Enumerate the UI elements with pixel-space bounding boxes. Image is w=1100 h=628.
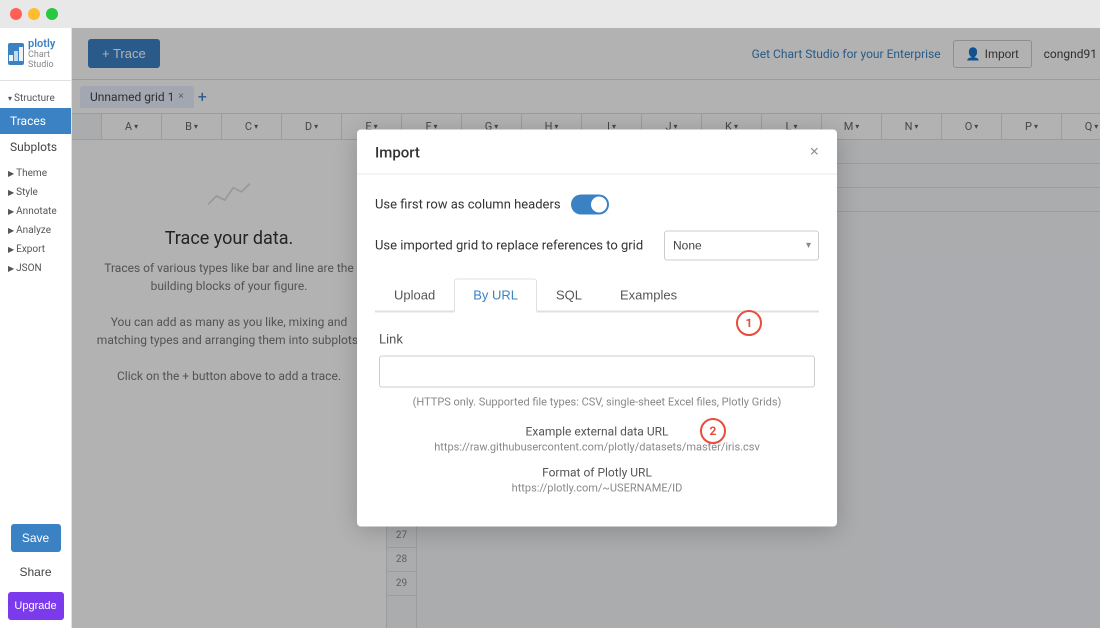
analyze-section: ▶ Analyze [0, 221, 71, 240]
annotation-2: 2 [700, 418, 726, 444]
column-headers-toggle[interactable] [571, 195, 609, 215]
app-layout: plotly Chart Studio ▾ Structure Traces S… [0, 28, 1100, 628]
toggle-row: Use first row as column headers [375, 195, 819, 215]
minimize-button[interactable] [28, 8, 40, 20]
annotation-1: 1 [736, 310, 762, 336]
grid-replace-row: Use imported grid to replace references … [375, 231, 819, 261]
subplots-label: Subplots [10, 140, 57, 154]
upgrade-button[interactable]: Upgrade [8, 592, 64, 620]
sidebar-item-subplots[interactable]: Subplots [0, 134, 71, 160]
structure-header: ▾ Structure [0, 89, 71, 108]
modal-backdrop[interactable]: Import × Use first row as column headers… [72, 28, 1100, 628]
import-tabs: Upload By URL SQL Examples [375, 279, 819, 313]
example-plotly-group: Format of Plotly URL https://plotly.com/… [379, 466, 815, 495]
modal-close-button[interactable]: × [810, 144, 819, 162]
style-chevron-icon: ▶ [8, 188, 14, 197]
example-plotly-title: Format of Plotly URL [379, 466, 815, 480]
structure-label: Structure [14, 93, 55, 104]
logo-name: plotly [28, 38, 63, 50]
link-section: Link (HTTPS only. Supported file types: … [375, 333, 819, 495]
sidebar-item-traces[interactable]: Traces [0, 108, 71, 134]
grid-replace-select-wrapper: None Grid 1 ▾ [664, 231, 819, 261]
maximize-button[interactable] [46, 8, 58, 20]
theme-section: ▶ Theme [0, 164, 71, 183]
logo-subtitle: Chart Studio [28, 50, 63, 70]
toggle-label: Use first row as column headers [375, 197, 561, 212]
titlebar [0, 0, 1100, 28]
logo-text-group: plotly Chart Studio [28, 38, 63, 70]
export-label: Export [16, 244, 45, 255]
toggle-knob [591, 197, 607, 213]
tab-sql[interactable]: SQL [537, 279, 601, 313]
annotate-section: ▶ Annotate [0, 202, 71, 221]
plotly-logo-icon [8, 43, 24, 65]
theme-label: Theme [16, 168, 47, 179]
analyze-chevron-icon: ▶ [8, 226, 14, 235]
share-button[interactable]: Share [11, 558, 61, 586]
tab-by-url[interactable]: By URL [454, 279, 537, 313]
example-plotly-url: https://plotly.com/~USERNAME/ID [379, 482, 815, 495]
json-label: JSON [16, 263, 41, 274]
json-chevron-icon: ▶ [8, 264, 14, 273]
example-external-url: https://raw.githubusercontent.com/plotly… [379, 441, 815, 454]
sidebar: plotly Chart Studio ▾ Structure Traces S… [0, 28, 72, 628]
modal-header: Import × [357, 130, 837, 175]
example-external-group: Example external data URL https://raw.gi… [379, 425, 815, 454]
tab-examples[interactable]: Examples [601, 279, 696, 313]
save-button[interactable]: Save [11, 524, 61, 552]
link-hint: (HTTPS only. Supported file types: CSV, … [379, 396, 815, 409]
traces-label: Traces [10, 114, 46, 128]
style-label: Style [16, 187, 38, 198]
chevron-down-icon: ▾ [8, 94, 12, 103]
import-modal: Import × Use first row as column headers… [357, 130, 837, 527]
annotate-chevron-icon: ▶ [8, 207, 14, 216]
close-button[interactable] [10, 8, 22, 20]
link-examples: Example external data URL https://raw.gi… [379, 425, 815, 495]
example-external-title: Example external data URL [379, 425, 815, 439]
annotate-label: Annotate [16, 206, 57, 217]
grid-replace-label: Use imported grid to replace references … [375, 238, 654, 253]
json-section: ▶ JSON [0, 259, 71, 278]
style-section: ▶ Style [0, 183, 71, 202]
link-input[interactable] [379, 356, 815, 388]
chevron-right-icon: ▶ [8, 169, 14, 178]
sidebar-logo: plotly Chart Studio [0, 28, 71, 81]
sidebar-bottom: Save Share Upgrade [0, 516, 71, 628]
tab-upload[interactable]: Upload [375, 279, 454, 313]
main-area: + Trace Get Chart Studio for your Enterp… [72, 28, 1100, 628]
export-chevron-icon: ▶ [8, 245, 14, 254]
analyze-label: Analyze [16, 225, 51, 236]
modal-body: Use first row as column headers Use impo… [357, 175, 837, 527]
grid-replace-select[interactable]: None Grid 1 [664, 231, 819, 261]
modal-title: Import [375, 144, 420, 162]
export-section: ▶ Export [0, 240, 71, 259]
